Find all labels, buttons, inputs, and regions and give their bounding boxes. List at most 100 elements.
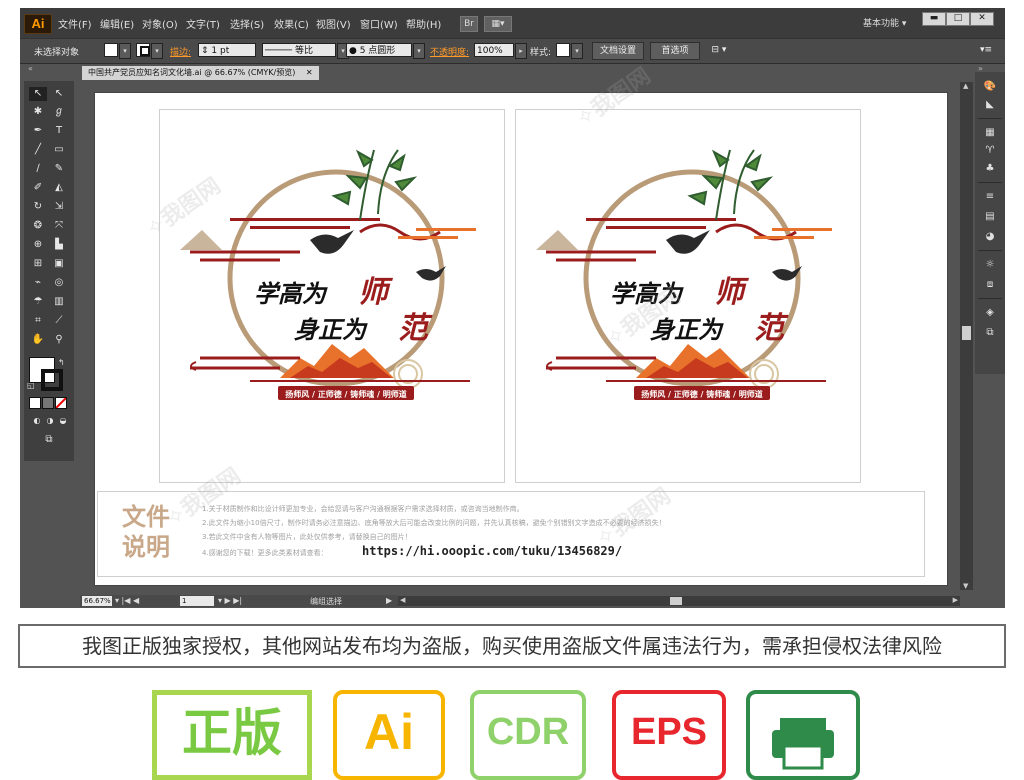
type-icon[interactable]: T [50,124,68,138]
style-dropdown[interactable]: ▾ [571,43,583,59]
scroll-right-icon[interactable]: ▶ [953,596,958,604]
color-panel-icon[interactable]: 🎨 [981,80,999,94]
stroke-panel-icon[interactable]: ≡ [981,190,999,204]
close-tab-button[interactable]: ✕ [306,68,313,77]
horizontal-scrollbar[interactable]: ◀ ▶ [398,596,960,606]
arrange-documents-button[interactable]: ▦▾ [484,16,512,32]
line-icon[interactable]: ╱ [29,143,47,157]
eraser-icon[interactable]: ◭ [50,181,68,195]
scroll-left-icon[interactable]: ◀ [400,596,405,604]
variable-width-profile[interactable]: ───── 等比 [262,43,336,57]
menu-object[interactable]: 对象(O) [142,16,178,31]
graphic-style-swatch[interactable] [556,43,570,57]
stroke-color-box[interactable] [41,369,63,391]
menu-view[interactable]: 视图(V) [316,16,351,31]
canvas-area[interactable]: 学高为 师 身正为 范 扬师风 / 正师德 / 铸师魂 / 明师道 学高为 师 … [82,82,962,590]
maximize-button[interactable]: □ [946,12,970,26]
symbols-icon[interactable]: ♣ [981,162,999,176]
menu-select[interactable]: 选择(S) [230,16,264,31]
blend-icon[interactable]: ◎ [50,276,68,290]
hand-icon[interactable]: ✋ [29,333,47,347]
bridge-button[interactable]: Br [460,16,478,32]
opacity-field[interactable]: 100% [474,43,514,57]
stroke-label[interactable]: 描边: [170,45,191,58]
brush-definition[interactable]: ● 5 点圆形 [346,43,412,57]
horizontal-scroll-thumb[interactable] [670,597,682,605]
column-graph-icon[interactable]: ▥ [50,295,68,309]
gradient-icon[interactable]: ▣ [50,257,68,271]
selection-tool-icon[interactable]: ↖ [29,87,47,101]
fill-swatch[interactable] [104,43,118,57]
zoom-field[interactable]: 66.67% [82,596,112,606]
magic-wand-icon[interactable]: ✱ [29,105,47,119]
artboards-icon[interactable]: ⧉ [981,326,999,340]
transparency-icon[interactable]: ◕ [981,230,999,244]
workspace-switcher[interactable]: 基本功能 ▾ [863,16,906,29]
layers-icon[interactable]: ◈ [981,306,999,320]
toolbar-collapse-icon[interactable]: « [28,64,33,73]
rotate-icon[interactable]: ↻ [29,200,47,214]
swap-colors-icon[interactable]: ↰ [58,358,65,367]
opacity-label[interactable]: 不透明度: [430,45,469,58]
stroke-swatch[interactable] [136,43,150,57]
slice-icon[interactable]: ⟋ [50,314,68,328]
default-colors-icon[interactable]: ◱ [27,381,35,390]
artboard-number-field[interactable]: 1 [180,596,214,606]
none-mode-icon[interactable] [55,397,67,409]
direct-selection-icon[interactable]: ↖ [50,87,68,101]
appearance-icon[interactable]: ☼ [981,258,999,272]
gradient-mode-icon[interactable] [42,397,54,409]
pencil-icon[interactable]: ✎ [50,162,68,176]
document-tab[interactable]: 中国共产党员应知名词文化墙.ai @ 66.67% (CMYK/预览) ✕ [82,66,319,80]
artboard-nav-icon[interactable]: ▾ ▶ ▶| [218,596,242,605]
menu-window[interactable]: 窗口(W) [360,16,398,31]
align-menu-button[interactable]: ⊟ ▾ [706,42,732,58]
close-window-button[interactable]: ✕ [970,12,994,26]
fill-dropdown[interactable]: ▾ [119,43,131,59]
pen-icon[interactable]: ✒ [29,124,47,138]
screen-mode-icon[interactable]: ⧉ [40,433,58,447]
graphic-styles-icon[interactable]: ⧈ [981,278,999,292]
color-guide-icon[interactable]: ◣ [981,98,999,112]
artboard-left[interactable]: 学高为 师 身正为 范 扬师风 / 正师德 / 铸师魂 / 明师道 [159,109,505,483]
shape-builder-icon[interactable]: ⊕ [29,238,47,252]
rectangle-icon[interactable]: ▭ [50,143,68,157]
color-mode-icon[interactable] [29,397,41,409]
vertical-scroll-thumb[interactable] [962,326,971,340]
perspective-icon[interactable]: ▙ [50,238,68,252]
menu-edit[interactable]: 编辑(E) [100,16,134,31]
brushes-icon[interactable]: ♈ [981,144,999,158]
preferences-button[interactable]: 首选项 [650,42,700,60]
control-panel-menu[interactable]: ▾≡ [978,42,994,58]
artboard-tool-icon[interactable]: ⌗ [29,314,47,328]
mesh-icon[interactable]: ⊞ [29,257,47,271]
status-menu-icon[interactable]: ▶ [386,596,392,605]
scroll-down-icon[interactable]: ▼ [963,582,968,590]
scale-icon[interactable]: ⇲ [50,200,68,214]
lasso-icon[interactable]: ℊ [50,105,68,119]
stroke-dropdown[interactable]: ▾ [151,43,163,59]
opacity-dropdown[interactable]: ▸ [515,43,527,59]
menu-type[interactable]: 文字(T) [186,16,220,31]
menu-file[interactable]: 文件(F) [58,16,92,31]
paintbrush-icon[interactable]: ∕ [29,162,47,176]
zoom-icon[interactable]: ⚲ [50,333,68,347]
menu-effect[interactable]: 效果(C) [274,16,309,31]
scroll-up-icon[interactable]: ▲ [963,82,968,90]
swatches-icon[interactable]: ▦ [981,126,999,140]
zoom-dropdown-icon[interactable]: ▾ |◀ ◀ [115,596,139,605]
vertical-scrollbar[interactable]: ▲ ▼ [960,82,973,590]
gradient-panel-icon[interactable]: ▤ [981,210,999,224]
free-transform-icon[interactable]: ⤧ [50,219,68,233]
blob-brush-icon[interactable]: ✐ [29,181,47,195]
symbol-sprayer-icon[interactable]: ☂ [29,295,47,309]
artboard-right[interactable]: 学高为 师 身正为 范 扬师风 / 正师德 / 铸师魂 / 明师道 [515,109,861,483]
eyedropper-icon[interactable]: ⌁ [29,276,47,290]
brush-dropdown[interactable]: ▾ [413,43,425,59]
stroke-weight-field[interactable]: ⇕ 1 pt [198,43,256,57]
document-setup-button[interactable]: 文档设置 [592,42,644,60]
minimize-button[interactable]: ▬ [922,12,946,26]
download-url[interactable]: https://hi.ooopic.com/tuku/13456829/ [362,544,622,558]
warp-icon[interactable]: ❂ [29,219,47,233]
draw-inside-icon[interactable]: ◒ [54,414,72,428]
